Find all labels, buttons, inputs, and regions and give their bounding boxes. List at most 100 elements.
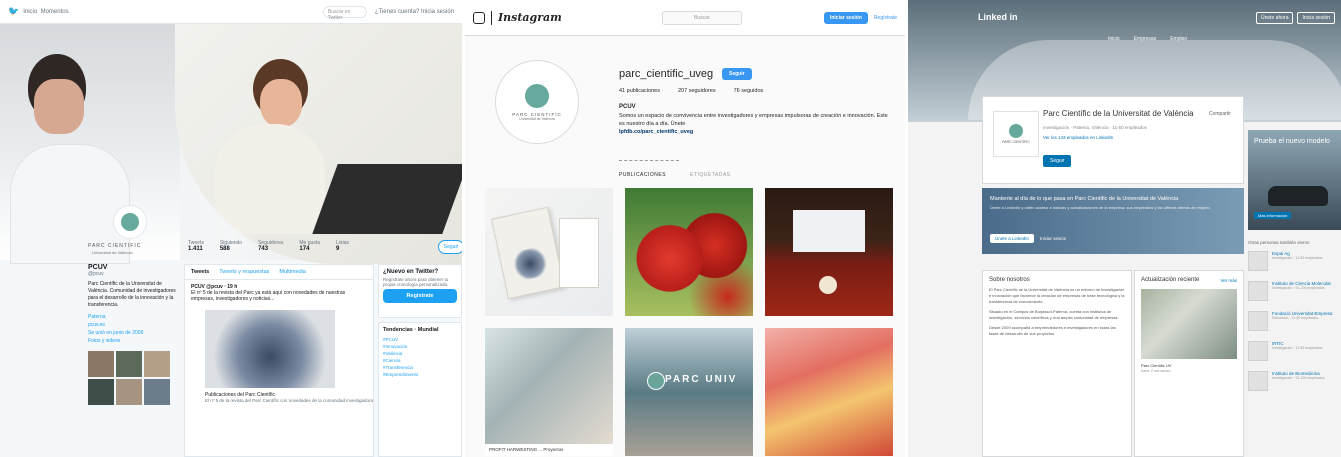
- projection-screen: [793, 210, 865, 252]
- stat-value: 174: [299, 246, 310, 252]
- twitter-follow-button[interactable]: Seguir: [438, 240, 462, 254]
- company-follow-button[interactable]: Seguir: [1043, 155, 1072, 167]
- linkedin-right-rail: Prueba el nuevo modelo Más información O…: [1248, 130, 1341, 457]
- divider: [491, 10, 492, 25]
- stat-tweets[interactable]: Tweets 1.411: [188, 240, 204, 252]
- profile-handle: @pcuv: [88, 271, 104, 277]
- tweet[interactable]: PCUV @pcuv · 19 h El nº 5 de la revista …: [185, 280, 373, 306]
- instagram-profile-panel: Instagram Buscar Iniciar sesión Regístra…: [465, 0, 905, 457]
- photo-thumbnail[interactable]: [116, 351, 142, 377]
- employees-link[interactable]: Ver los 143 empleados en LinkedIn: [1043, 135, 1113, 140]
- stat-likes[interactable]: Me gusta 174: [299, 240, 320, 252]
- profile-location: Paterna: [88, 314, 106, 320]
- company-thumbnail: [1248, 251, 1268, 271]
- twitter-nav-home[interactable]: Inicio: [23, 9, 37, 15]
- twitter-timeline: Tweets Tweets y respuestas Multimedia PC…: [184, 264, 374, 457]
- new-to-twitter-box: ¿Nuevo en Twitter? Regístrate ahora para…: [378, 264, 462, 318]
- similar-company[interactable]: Instituto de Biomedicina Investigación · …: [1248, 371, 1341, 391]
- stat-followers[interactable]: Seguidores 743: [258, 240, 283, 252]
- photo-thumbnail[interactable]: [88, 351, 114, 377]
- twitter-stats: Tweets 1.411 Siguiendo 588 Seguidores 743 M…: [188, 240, 349, 252]
- bio-link[interactable]: lpfdb.co/parc_cientific_uveg: [619, 129, 693, 135]
- about-paragraph: El Parc Científic de la Universitat de V…: [989, 287, 1125, 304]
- twitter-nav-moments[interactable]: Momentos: [41, 9, 69, 15]
- new-box-text: Regístrate ahora para obtener tu propia …: [383, 277, 449, 287]
- banner-join-button[interactable]: Únete a LinkedIn: [990, 234, 1035, 243]
- trend-item[interactable]: #València: [383, 350, 457, 357]
- company-logo[interactable]: PARC CIENTIFIC: [993, 111, 1039, 157]
- photo-thumbnail[interactable]: [144, 351, 170, 377]
- twitter-bird-icon[interactable]: 🐦: [8, 6, 19, 17]
- instagram-signup-link[interactable]: Regístrate: [874, 15, 897, 21]
- profile-photos-link[interactable]: Fotos y videos: [88, 337, 180, 345]
- instagram-login-button[interactable]: Iniciar sesión: [823, 11, 868, 24]
- signup-button[interactable]: Regístrate: [383, 289, 457, 303]
- post-thumbnail[interactable]: PARC UNIV: [625, 328, 753, 456]
- tab-tweets-replies[interactable]: Tweets y respuestas: [219, 269, 269, 275]
- company-thumbnail: [1248, 341, 1268, 361]
- laptop: [312, 164, 462, 234]
- post-thumbnail[interactable]: [485, 188, 613, 316]
- book-cover: [491, 206, 565, 300]
- twitter-search-input[interactable]: Buscar en Twitter: [322, 5, 367, 21]
- post-thumbnail[interactable]: [765, 188, 893, 316]
- similar-company[interactable]: IRTIC Investigación · 11-50 empleados: [1248, 341, 1341, 361]
- twitter-avatar[interactable]: [113, 205, 147, 239]
- tab-tweets[interactable]: Tweets: [191, 269, 209, 275]
- trends-title: Tendencias · Mundial: [383, 327, 439, 333]
- woman-body: [215, 124, 325, 234]
- seal-icon: [647, 372, 665, 390]
- ad-button[interactable]: Más información: [1254, 212, 1292, 219]
- trend-item[interactable]: #Ciencia: [383, 357, 457, 364]
- trend-item[interactable]: #Transferencia: [383, 364, 457, 371]
- trend-item[interactable]: #Emprendimiento: [383, 371, 457, 378]
- instagram-follow-button[interactable]: Seguir: [722, 68, 752, 80]
- tab-posts[interactable]: PUBLICACIONES: [619, 172, 666, 178]
- nav-item[interactable]: Empresas: [1134, 36, 1157, 42]
- photo-thumbnails: [88, 351, 180, 405]
- banner-signin-link[interactable]: Iniciar sesión: [1040, 236, 1066, 241]
- twitter-topbar: 🐦 Inicio Momentos Buscar en Twitter ¿Tie…: [0, 0, 462, 24]
- banner-heading: Mantente al día de lo que pasa en Parc C…: [990, 196, 1179, 202]
- profile-joined: Se unió en junio de 2009: [88, 330, 144, 336]
- similar-company[interactable]: Espai Ag Investigación · 11-50 empleados: [1248, 251, 1341, 271]
- similar-company[interactable]: Fundació Universitat-Empresa Educación · …: [1248, 311, 1341, 331]
- post-thumbnail[interactable]: [625, 188, 753, 316]
- post-thumbnail[interactable]: PROFIT HARWESTING ... Proyectos: [485, 328, 613, 456]
- instagram-avatar[interactable]: PARC CIENTIFIC Universitat de València: [495, 60, 579, 144]
- signin-button[interactable]: Inicia sesión: [1297, 12, 1335, 24]
- profile-website[interactable]: pcuv.es: [88, 321, 180, 329]
- join-button[interactable]: Únete ahora: [1255, 12, 1294, 24]
- tweet-image[interactable]: [205, 310, 335, 388]
- followers-count[interactable]: 207 seguidores: [678, 88, 716, 94]
- ad-banner[interactable]: Prueba el nuevo modelo Más información: [1248, 130, 1341, 230]
- photo-thumbnail[interactable]: [116, 379, 142, 405]
- company-name: Parc Científic de la Universitat de Valè…: [1043, 109, 1194, 118]
- photo-thumbnail[interactable]: [144, 379, 170, 405]
- twitter-login-link[interactable]: ¿Tienes cuenta? Inicia sesión: [375, 9, 454, 15]
- tab-tagged[interactable]: ETIQUETADAS: [690, 172, 730, 178]
- trend-item[interactable]: #Innovación: [383, 343, 457, 350]
- stat-following[interactable]: Siguiendo 588: [220, 240, 242, 252]
- instagram-logo[interactable]: Instagram: [498, 11, 562, 24]
- trend-item[interactable]: #PCUV: [383, 336, 457, 343]
- see-more-link[interactable]: Ver más: [1220, 278, 1237, 283]
- post-caption: PROFIT HARWESTING ... Proyectos: [485, 444, 613, 456]
- post-thumbnail[interactable]: [765, 328, 893, 456]
- camera-icon[interactable]: [473, 11, 485, 24]
- stat-lists[interactable]: Listas 9: [336, 240, 349, 252]
- linkedin-logo[interactable]: Linked in: [978, 12, 1018, 22]
- tab-media[interactable]: Multimedia: [279, 269, 306, 275]
- instagram-search-input[interactable]: Buscar: [661, 10, 742, 25]
- nav-item[interactable]: Inicio: [1108, 36, 1120, 42]
- following-count[interactable]: 76 seguidos: [734, 88, 764, 94]
- avatar-logo-sub: Universitat de València: [92, 250, 133, 255]
- share-link[interactable]: Compartir: [1209, 111, 1231, 117]
- similar-company-meta: Investigación · 51-200 empleados: [1272, 286, 1325, 290]
- linkedin-nav: Inicio Empresas Empleo: [1108, 36, 1187, 42]
- update-image[interactable]: [1141, 289, 1237, 359]
- timeline-tabs: Tweets Tweets y respuestas Multimedia: [185, 265, 373, 280]
- nav-item[interactable]: Empleo: [1170, 36, 1187, 42]
- photo-thumbnail[interactable]: [88, 379, 114, 405]
- similar-company[interactable]: Instituto de Ciencia Molecular Investigac…: [1248, 281, 1341, 301]
